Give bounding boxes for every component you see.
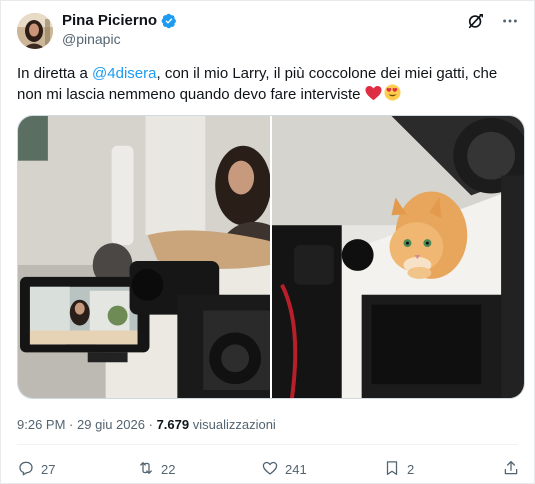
views-count: 7.679 bbox=[156, 417, 190, 432]
bookmark-count: 2 bbox=[407, 461, 415, 477]
tweet-text-before: In diretta a bbox=[17, 65, 93, 82]
heart-icon bbox=[261, 459, 279, 480]
retweet-icon bbox=[137, 459, 155, 480]
mention-link[interactable]: @4disera bbox=[92, 65, 156, 82]
tweet-date[interactable]: 29 giu 2026 bbox=[77, 417, 145, 432]
tweet-meta: 9:26 PM · 29 giu 2026 · 7.679 visualizza… bbox=[17, 417, 276, 432]
like-count: 241 bbox=[285, 461, 307, 477]
share-button[interactable] bbox=[502, 459, 520, 480]
reply-button[interactable]: 27 bbox=[17, 459, 55, 480]
views-label: visualizzazioni bbox=[192, 417, 276, 432]
tweet-text: In diretta a @4disera, con il mio Larry,… bbox=[17, 63, 517, 105]
bookmark-button[interactable]: 2 bbox=[383, 459, 414, 480]
heart-eyes-emoji bbox=[384, 84, 401, 101]
tweet-time[interactable]: 9:26 PM bbox=[17, 417, 65, 432]
heart-emoji bbox=[365, 85, 382, 101]
reply-count: 27 bbox=[41, 461, 56, 477]
photo-orange-cat[interactable] bbox=[272, 116, 524, 398]
more-icon[interactable] bbox=[500, 11, 520, 31]
reply-icon bbox=[17, 459, 35, 480]
bookmark-icon bbox=[383, 459, 401, 480]
avatar[interactable] bbox=[17, 13, 53, 49]
tweet-card: Pina Picierno @pinapic In diretta a @4di… bbox=[0, 0, 535, 484]
author-display-name[interactable]: Pina Picierno bbox=[62, 12, 157, 29]
like-button[interactable]: 241 bbox=[261, 459, 307, 480]
tweet-header-actions bbox=[466, 11, 520, 31]
divider bbox=[17, 444, 518, 445]
repost-button[interactable]: 22 bbox=[137, 459, 175, 480]
grok-icon[interactable] bbox=[466, 11, 486, 31]
author-name-row: Pina Picierno bbox=[62, 12, 177, 29]
author-handle[interactable]: @pinapic bbox=[62, 31, 121, 47]
share-icon bbox=[502, 459, 520, 480]
media-grid bbox=[17, 115, 525, 399]
meta-separator: · bbox=[69, 417, 74, 432]
photo-interview-camera[interactable] bbox=[18, 116, 270, 398]
verified-badge-icon bbox=[161, 13, 177, 29]
repost-count: 22 bbox=[161, 461, 176, 477]
action-bar: 27 22 241 2 bbox=[17, 458, 520, 480]
meta-separator: · bbox=[148, 417, 153, 432]
